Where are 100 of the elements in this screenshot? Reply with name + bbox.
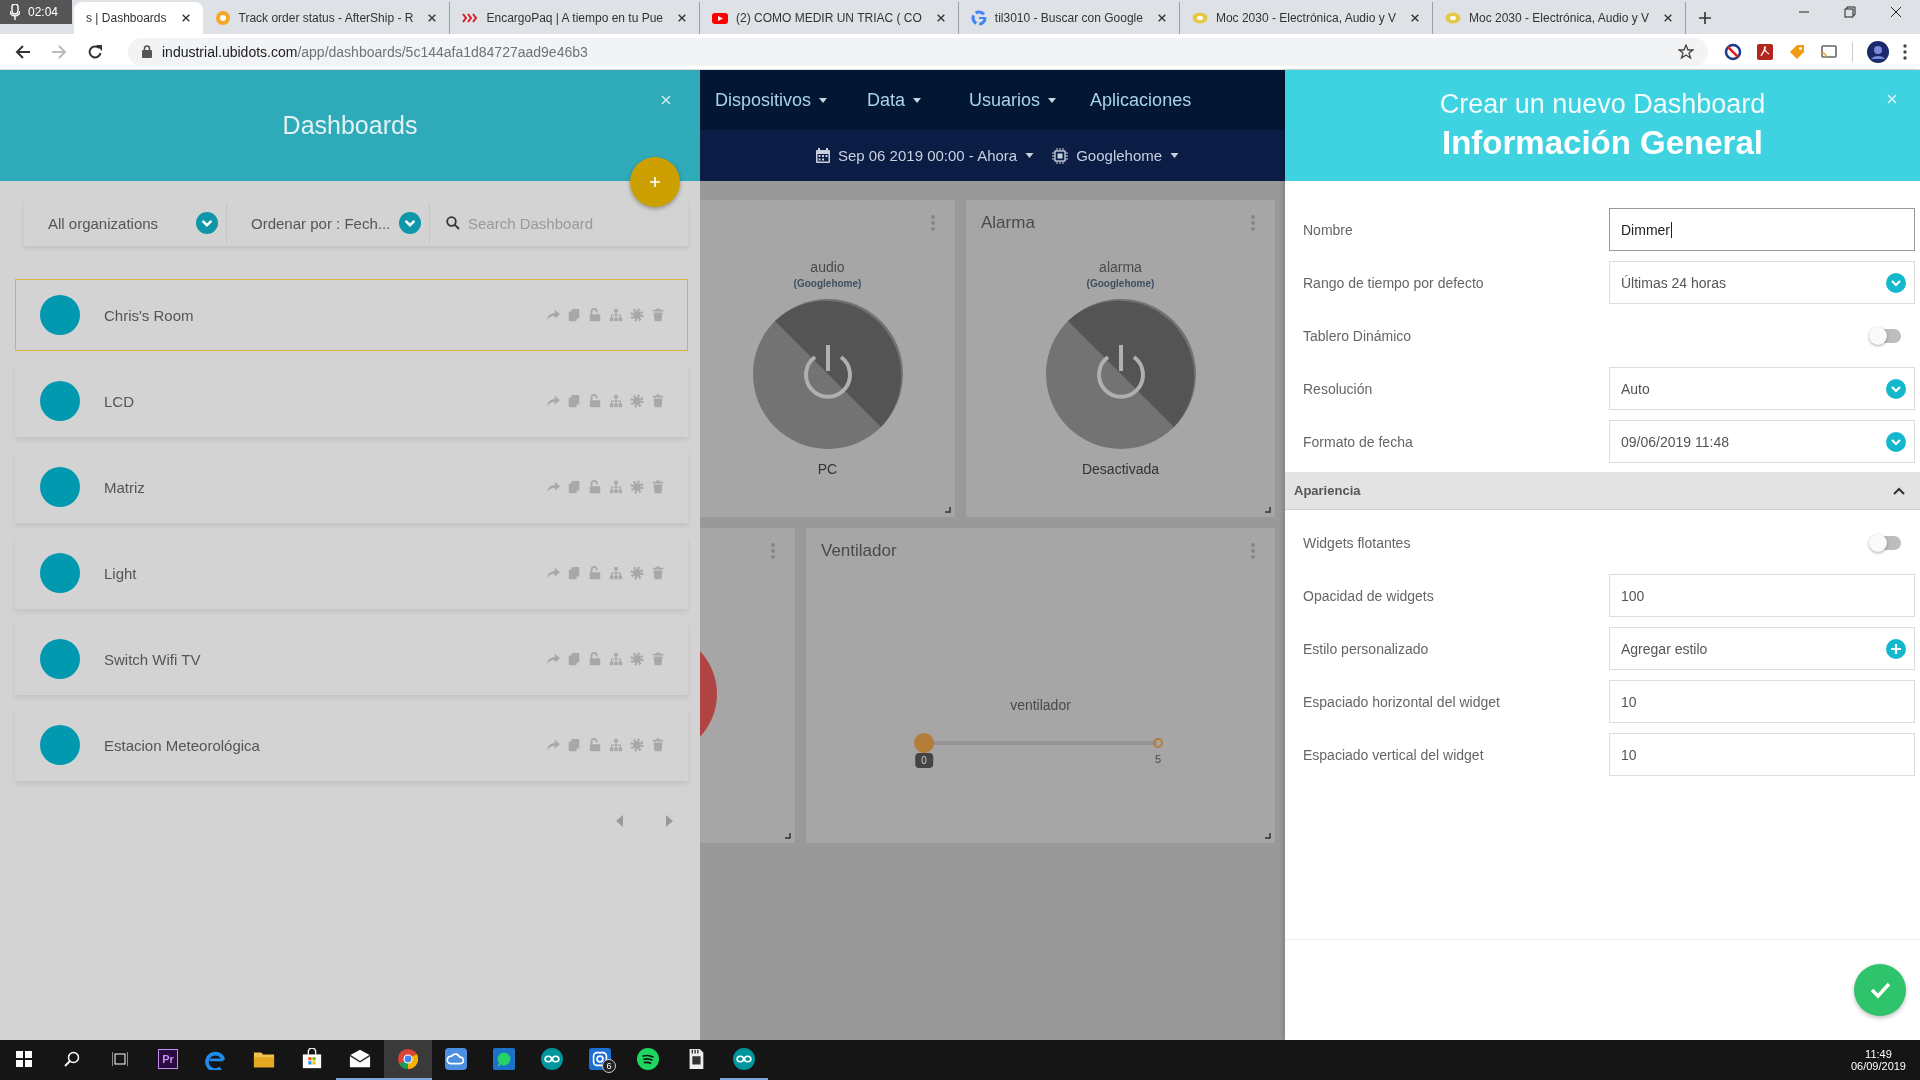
power-switch[interactable] <box>1045 299 1196 449</box>
close-icon[interactable] <box>677 13 688 23</box>
dashboard-card[interactable]: Estacion Meteorológica <box>15 709 688 781</box>
trash-icon[interactable] <box>651 308 665 322</box>
search-field[interactable]: Search Dashboard <box>468 214 668 232</box>
settings-icon[interactable] <box>630 394 644 408</box>
restore-icon[interactable] <box>1844 6 1856 18</box>
unlock-icon[interactable] <box>588 652 602 666</box>
copy-icon[interactable] <box>567 394 581 408</box>
pdf-icon[interactable] <box>1756 42 1774 61</box>
dashboard-card[interactable]: Light <box>15 537 688 609</box>
add-style-field[interactable]: Agregar estilo <box>1609 627 1915 670</box>
resize-handle-icon[interactable] <box>1265 833 1271 839</box>
close-icon[interactable] <box>1663 13 1674 23</box>
device-picker[interactable]: Googlehome <box>1052 147 1180 164</box>
browser-tab[interactable]: s | Dashboards <box>74 2 203 34</box>
copy-icon[interactable] <box>567 566 581 580</box>
sitemap-icon[interactable] <box>609 652 623 666</box>
sort-dropdown[interactable]: Ordenar por : Fech... <box>227 212 429 234</box>
select-field[interactable]: Últimas 24 horas <box>1609 261 1915 304</box>
block-icon[interactable] <box>1724 42 1742 61</box>
settings-icon[interactable] <box>630 652 644 666</box>
nav-menu-item[interactable]: Aplicaciones <box>1090 89 1192 111</box>
dashboard-card[interactable]: Matriz <box>15 451 688 523</box>
tag-icon[interactable] <box>1788 42 1806 61</box>
previous-page-icon[interactable] <box>616 815 624 827</box>
settings-icon[interactable] <box>630 480 644 494</box>
unlock-icon[interactable] <box>588 394 602 408</box>
sitemap-icon[interactable] <box>609 308 623 322</box>
back-icon[interactable] <box>15 43 31 60</box>
confirm-button[interactable] <box>1854 964 1906 1016</box>
taskbar-button[interactable] <box>384 1040 432 1080</box>
address-field[interactable]: industrial.ubidots.com/app/dashboards/5c144afa1d84727aad9e46b3 <box>128 37 1708 66</box>
sitemap-icon[interactable] <box>609 566 623 580</box>
input-field[interactable]: Dimmer <box>1609 208 1915 251</box>
dashboard-card[interactable]: Chris's Room <box>15 279 688 351</box>
share-icon[interactable] <box>546 308 560 322</box>
select-field[interactable]: Auto <box>1609 367 1915 410</box>
sitemap-icon[interactable] <box>609 394 623 408</box>
trash-icon[interactable] <box>651 652 665 666</box>
sitemap-icon[interactable] <box>609 480 623 494</box>
close-icon[interactable] <box>1410 13 1420 23</box>
date-range-picker[interactable]: Sep 06 2019 00:00 - Ahora <box>815 147 1035 164</box>
slider-thumb[interactable] <box>914 733 934 753</box>
windows-icon[interactable] <box>16 1051 32 1067</box>
section-header[interactable]: Apariencia <box>1285 472 1920 510</box>
next-page-icon[interactable] <box>665 815 673 827</box>
copy-icon[interactable] <box>567 652 581 666</box>
resize-handle-icon[interactable] <box>785 833 791 839</box>
copy-icon[interactable] <box>567 480 581 494</box>
nav-menu-item[interactable]: Data <box>867 89 922 111</box>
dashboard-card[interactable]: Switch Wifi TV <box>15 623 688 695</box>
menu-icon[interactable] <box>1903 43 1907 60</box>
search-icon[interactable] <box>64 1051 80 1067</box>
settings-icon[interactable] <box>630 566 644 580</box>
copy-icon[interactable] <box>567 308 581 322</box>
reload-icon[interactable] <box>87 43 103 60</box>
unlock-icon[interactable] <box>588 738 602 752</box>
close-icon[interactable] <box>1890 6 1902 18</box>
settings-icon[interactable] <box>630 308 644 322</box>
unlock-icon[interactable] <box>588 308 602 322</box>
taskbar-button[interactable]: 6 <box>576 1040 624 1080</box>
new-tab-icon[interactable] <box>1698 11 1713 25</box>
select-field[interactable]: 09/06/2019 11:48 <box>1609 420 1915 463</box>
input-field[interactable]: 10 <box>1609 680 1915 723</box>
share-icon[interactable] <box>546 480 560 494</box>
nav-menu-item[interactable]: Dispositivos <box>715 89 828 111</box>
task-view-icon[interactable] <box>112 1051 128 1067</box>
input-field[interactable]: 10 <box>1609 733 1915 776</box>
share-icon[interactable] <box>546 394 560 408</box>
organization-dropdown[interactable]: All organizations <box>24 212 226 234</box>
nav-menu-item[interactable]: Usuarios <box>969 89 1057 111</box>
avatar-icon[interactable] <box>1867 40 1889 63</box>
copy-icon[interactable] <box>567 738 581 752</box>
dashboard-card[interactable]: LCD <box>15 365 688 437</box>
share-icon[interactable] <box>546 566 560 580</box>
cast-icon[interactable] <box>1820 42 1838 61</box>
unlock-icon[interactable] <box>588 480 602 494</box>
close-icon[interactable] <box>180 13 191 23</box>
forward-icon[interactable] <box>51 43 67 60</box>
unlock-icon[interactable] <box>588 566 602 580</box>
taskbar-button[interactable]: Pr <box>144 1040 192 1080</box>
close-icon[interactable] <box>935 13 946 23</box>
settings-icon[interactable] <box>630 738 644 752</box>
resize-handle-icon[interactable] <box>1265 507 1271 513</box>
power-switch[interactable] <box>752 299 903 449</box>
star-icon[interactable] <box>1678 43 1694 60</box>
input-field[interactable]: 100 <box>1609 574 1915 617</box>
add-button[interactable] <box>630 157 680 207</box>
premiere-icon[interactable]: Pr <box>158 1049 178 1069</box>
share-icon[interactable] <box>546 652 560 666</box>
resize-handle-icon[interactable] <box>945 507 951 513</box>
close-icon[interactable] <box>427 13 438 23</box>
close-icon[interactable] <box>1156 13 1167 23</box>
trash-icon[interactable] <box>651 480 665 494</box>
trash-icon[interactable] <box>651 394 665 408</box>
trash-icon[interactable] <box>651 566 665 580</box>
trash-icon[interactable] <box>651 738 665 752</box>
sitemap-icon[interactable] <box>609 738 623 752</box>
share-icon[interactable] <box>546 738 560 752</box>
